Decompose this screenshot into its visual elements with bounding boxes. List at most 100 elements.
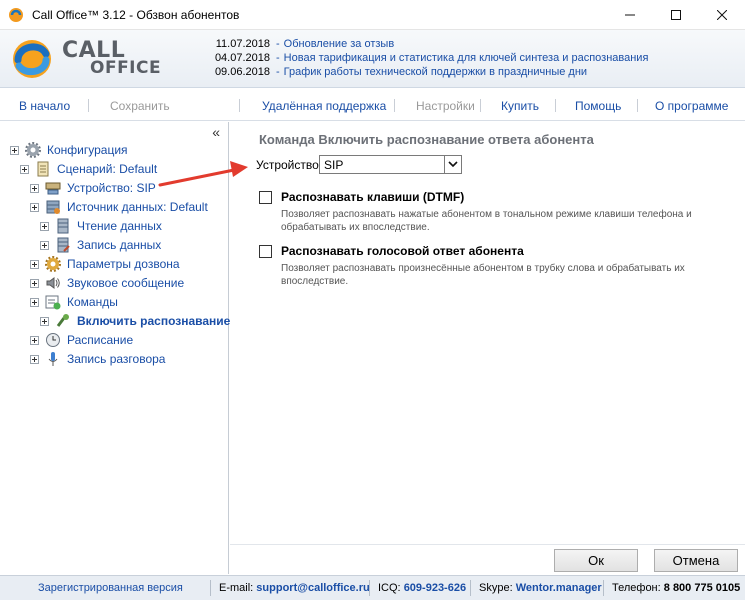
status-skype: Skype: Wentor.manager xyxy=(479,582,602,594)
header-banner: CALL OFFICE 11.07.2018 - Обновление за о… xyxy=(0,30,745,88)
tree-item-write-data[interactable]: Запись данных xyxy=(40,236,161,254)
news-date: 04.07.2018 xyxy=(214,52,270,64)
microphone-icon xyxy=(48,352,58,366)
tree-item-label: Параметры дозвона xyxy=(67,257,180,271)
dtmf-checkbox[interactable] xyxy=(259,191,272,204)
gear-icon xyxy=(25,142,41,158)
device-label: Устройство: xyxy=(256,158,323,172)
tree-item-label: Звуковое сообщение xyxy=(67,276,185,290)
logo-text-office: OFFICE xyxy=(90,58,162,78)
tree-item-label: Устройство: SIP xyxy=(67,181,156,195)
device-select-value: SIP xyxy=(324,157,344,172)
tree-item-call-recording[interactable]: Запись разговора xyxy=(30,350,165,368)
expand-icon[interactable] xyxy=(30,278,39,288)
expand-icon[interactable] xyxy=(40,316,49,326)
tree-item-label: Включить распознавание xyxy=(77,314,231,328)
status-email: E-mail: support@calloffice.ru xyxy=(219,582,370,594)
menu-separator xyxy=(239,99,240,112)
news-item[interactable]: 09.06.2018 - График работы технической п… xyxy=(214,65,648,79)
tree-item-label: Источник данных: Default xyxy=(67,200,208,214)
menu-help[interactable]: Помощь xyxy=(575,99,621,113)
voice-title[interactable]: Распознавать голосовой ответ абонента xyxy=(281,244,524,258)
news-link[interactable]: Новая тарификация и статистика для ключе… xyxy=(284,51,649,65)
tree-item-enable-recognition[interactable]: Включить распознавание xyxy=(40,312,230,330)
tree-item-scenario[interactable]: Сценарий: Default xyxy=(20,160,157,178)
menu-about[interactable]: О программе xyxy=(655,99,728,113)
menu-separator xyxy=(480,99,481,112)
expand-icon[interactable] xyxy=(40,221,49,231)
expand-icon[interactable] xyxy=(30,297,39,307)
phone-label: Телефон: xyxy=(612,582,661,594)
tree-item-label: Запись данных xyxy=(77,238,162,252)
expand-icon[interactable] xyxy=(30,259,39,269)
status-icq: ICQ: 609-923-626 xyxy=(378,582,466,594)
minimize-icon[interactable] xyxy=(607,0,653,30)
skype-link[interactable]: Wentor.manager xyxy=(516,582,602,594)
expand-icon[interactable] xyxy=(10,145,19,155)
email-label: E-mail: xyxy=(219,582,254,594)
news-date: 09.06.2018 xyxy=(214,66,270,78)
chevron-down-icon[interactable] xyxy=(444,156,461,173)
tree-item-device[interactable]: Устройство: SIP xyxy=(30,179,156,197)
voice-checkbox[interactable] xyxy=(259,245,272,258)
device-select[interactable]: SIP xyxy=(319,155,462,174)
menu-separator xyxy=(555,99,556,112)
tree-item-configuration[interactable]: Конфигурация xyxy=(10,141,128,159)
tree-item-label: Конфигурация xyxy=(47,143,128,157)
maximize-icon[interactable] xyxy=(653,0,699,30)
menu-buy[interactable]: Купить xyxy=(501,99,539,113)
menu-separator xyxy=(394,99,395,112)
settings-icon xyxy=(45,256,61,272)
recognition-icon xyxy=(56,314,69,327)
tree-item-commands[interactable]: Команды xyxy=(30,293,118,311)
command-panel: Команда Включить распознавание ответа аб… xyxy=(230,122,745,544)
expand-icon[interactable] xyxy=(30,202,39,212)
news-link[interactable]: График работы технической поддержки в пр… xyxy=(284,65,587,79)
tree-item-read-data[interactable]: Чтение данных xyxy=(40,217,162,235)
database-icon xyxy=(46,200,60,214)
tree-item-label: Запись разговора xyxy=(67,352,166,366)
ok-button[interactable]: Ок xyxy=(554,549,638,572)
expand-icon[interactable] xyxy=(20,164,29,174)
icq-label: ICQ: xyxy=(378,582,401,594)
news-item[interactable]: 04.07.2018 - Новая тарификация и статист… xyxy=(214,51,648,65)
registered-version[interactable]: Зарегистрированная версия xyxy=(38,582,183,594)
expand-icon[interactable] xyxy=(40,240,49,250)
config-tree-panel: « Конфигурация Сценарий: Default Устройс… xyxy=(0,122,230,574)
commands-icon xyxy=(45,295,61,310)
speaker-icon xyxy=(46,277,60,289)
tree-item-label: Расписание xyxy=(67,333,134,347)
cancel-button[interactable]: Отмена xyxy=(654,549,738,572)
status-bar: Зарегистрированная версия E-mail: suppor… xyxy=(0,575,745,600)
app-icon xyxy=(9,7,23,22)
menu-settings[interactable]: Настройки xyxy=(416,99,475,113)
database-read-icon xyxy=(57,218,69,234)
news-item[interactable]: 11.07.2018 - Обновление за отзыв xyxy=(214,37,648,51)
news-list: 11.07.2018 - Обновление за отзыв 04.07.2… xyxy=(214,37,648,79)
window-title: Call Office™ 3.12 - Обзвон абонентов xyxy=(32,7,240,22)
news-link[interactable]: Обновление за отзыв xyxy=(284,37,395,51)
call-office-logo: CALL OFFICE xyxy=(10,36,162,82)
phone-value: 8 800 775 0105 xyxy=(663,582,741,594)
document-icon xyxy=(37,161,49,177)
icq-value: 609-923-626 xyxy=(403,582,467,594)
menu-remote-support[interactable]: Удалённая поддержка xyxy=(262,99,386,113)
menu-separator xyxy=(88,99,89,112)
email-link[interactable]: support@calloffice.ru xyxy=(256,582,369,594)
device-icon xyxy=(45,182,61,195)
voice-description: Позволяет распознавать произнесённые або… xyxy=(281,263,685,287)
close-icon[interactable] xyxy=(699,0,745,30)
dtmf-title[interactable]: Распознавать клавиши (DTMF) xyxy=(281,190,464,204)
expand-icon[interactable] xyxy=(30,354,39,364)
tree-item-sound-message[interactable]: Звуковое сообщение xyxy=(30,274,184,292)
collapse-panel-icon[interactable]: « xyxy=(212,124,220,140)
menu-save[interactable]: Сохранить xyxy=(110,99,170,113)
tree-item-schedule[interactable]: Расписание xyxy=(30,331,133,349)
expand-icon[interactable] xyxy=(30,335,39,345)
skype-label: Skype: xyxy=(479,582,513,594)
tree-item-dial-params[interactable]: Параметры дозвона xyxy=(30,255,180,273)
tree-item-data-source[interactable]: Источник данных: Default xyxy=(30,198,208,216)
status-phone: Телефон: 8 800 775 0105 xyxy=(612,582,740,594)
expand-icon[interactable] xyxy=(30,183,39,193)
menu-home[interactable]: В начало xyxy=(19,99,70,113)
